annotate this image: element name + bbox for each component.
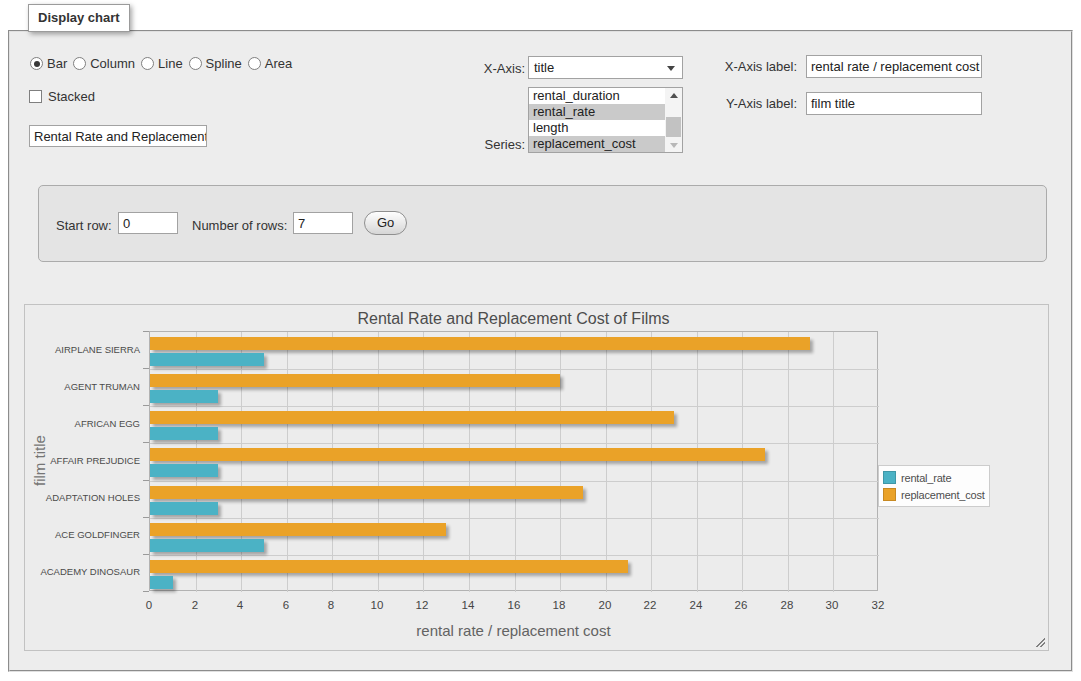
series-option-rental_rate[interactable]: rental_rate <box>529 104 665 120</box>
bar-replacement_cost <box>150 411 674 424</box>
chart-type-option-column[interactable]: Column <box>73 56 135 71</box>
num-rows-input[interactable]: 7 <box>293 212 353 234</box>
x-tick-label: 10 <box>371 599 384 611</box>
stacked-label: Stacked <box>48 89 95 104</box>
scroll-up-icon[interactable] <box>665 88 682 103</box>
y-tick-mark <box>143 368 149 369</box>
bar-rental_rate <box>150 390 218 403</box>
radio-icon[interactable] <box>141 57 154 70</box>
chart-type-option-bar[interactable]: Bar <box>30 56 67 71</box>
y-tick-mark <box>143 591 149 592</box>
x-tick-label: 24 <box>690 599 703 611</box>
y-tick-mark <box>143 442 149 443</box>
bar-rental_rate <box>150 353 264 366</box>
chart-title: Rental Rate and Replacement Cost of Film… <box>149 310 878 328</box>
chart-type-label: Spline <box>206 56 242 71</box>
x-tick-label: 20 <box>599 599 612 611</box>
x-axis-selected-value: title <box>534 60 554 75</box>
row-controls-panel: Start row: 0 Number of rows: 7 Go <box>38 185 1047 262</box>
chart-type-option-area[interactable]: Area <box>248 56 292 71</box>
x-tick-label: 2 <box>192 599 198 611</box>
bar-rental_rate <box>150 464 218 477</box>
chart-type-option-spline[interactable]: Spline <box>189 56 242 71</box>
go-button[interactable]: Go <box>364 211 407 235</box>
chart-type-radio-group: Bar Column Line Spline Area <box>30 56 298 71</box>
x-axis-label-input[interactable]: rental rate / replacement cost <box>806 55 982 78</box>
series-option-rental_duration[interactable]: rental_duration <box>529 88 665 104</box>
y-tick-mark <box>143 554 149 555</box>
bar-rental_rate <box>150 502 218 515</box>
x-tick-label: 6 <box>283 599 289 611</box>
radio-icon[interactable] <box>189 57 202 70</box>
x-tick-label: 32 <box>872 599 885 611</box>
scroll-down-icon[interactable] <box>665 137 682 152</box>
x-tick-label: 30 <box>826 599 839 611</box>
y-tick-mark <box>143 331 149 332</box>
chart-x-axis-title: rental rate / replacement cost <box>149 622 878 639</box>
chart-grid <box>149 331 878 591</box>
chart-y-axis-title: film title <box>31 331 49 591</box>
x-tick-label: 14 <box>462 599 475 611</box>
y-tick-mark <box>143 480 149 481</box>
fieldset-legend: Display chart <box>28 4 130 32</box>
x-axis-select-label: X-Axis: <box>443 61 525 76</box>
x-tick-label: 26 <box>735 599 748 611</box>
chart-panel: Rental Rate and Replacement Cost of Film… <box>24 304 1049 651</box>
legend-label: replacement_cost <box>901 489 985 501</box>
legend-item: replacement_cost <box>883 486 985 503</box>
radio-icon[interactable] <box>248 57 261 70</box>
legend-label: rental_rate <box>901 472 951 484</box>
resize-handle-icon[interactable] <box>1034 636 1045 647</box>
stacked-checkbox[interactable] <box>29 90 42 103</box>
bar-rental_rate <box>150 427 218 440</box>
y-tick-mark <box>143 405 149 406</box>
x-tick-label: 16 <box>508 599 521 611</box>
series-multiselect[interactable]: rental_durationrental_ratelengthreplacem… <box>528 87 683 153</box>
start-row-input[interactable]: 0 <box>118 212 178 234</box>
series-option-replacement_cost[interactable]: replacement_cost <box>529 136 665 152</box>
x-tick-label: 0 <box>146 599 152 611</box>
x-tick-label: 8 <box>328 599 334 611</box>
legend-swatch <box>883 488 896 501</box>
bar-replacement_cost <box>150 337 810 350</box>
scrollbar[interactable] <box>665 88 682 152</box>
series-option-length[interactable]: length <box>529 120 665 136</box>
y-tick-mark <box>143 517 149 518</box>
bar-replacement_cost <box>150 523 446 536</box>
chart-type-label: Line <box>158 56 183 71</box>
x-tick-label: 18 <box>553 599 566 611</box>
y-axis-label-caption: Y-Axis label: <box>707 96 797 111</box>
radio-icon[interactable] <box>73 57 86 70</box>
x-axis-select[interactable]: title <box>528 56 683 79</box>
chevron-down-icon <box>667 66 675 71</box>
x-tick-label: 22 <box>644 599 657 611</box>
y-axis-label-input[interactable]: film title <box>806 92 982 115</box>
stacked-option[interactable]: Stacked <box>29 89 95 104</box>
start-row-label: Start row: <box>56 218 112 233</box>
bar-replacement_cost <box>150 374 560 387</box>
num-rows-label: Number of rows: <box>192 218 287 233</box>
x-tick-label: 4 <box>237 599 243 611</box>
chart-legend: rental_rate replacement_cost <box>878 465 990 507</box>
page: Display chart Bar Column Line Spline Area St… <box>0 0 1081 681</box>
x-tick-label: 12 <box>416 599 429 611</box>
chart-type-label: Bar <box>47 56 67 71</box>
bar-rental_rate <box>150 539 264 552</box>
legend-item: rental_rate <box>883 469 985 486</box>
bar-replacement_cost <box>150 560 628 573</box>
bar-replacement_cost <box>150 486 583 499</box>
chart-type-label: Column <box>90 56 135 71</box>
legend-swatch <box>883 471 896 484</box>
x-axis-label-caption: X-Axis label: <box>707 59 797 74</box>
chart-type-option-line[interactable]: Line <box>141 56 183 71</box>
bar-replacement_cost <box>150 448 765 461</box>
chart-type-label: Area <box>265 56 292 71</box>
series-list-label: Series: <box>443 137 525 152</box>
bar-rental_rate <box>150 576 173 589</box>
x-tick-label: 28 <box>781 599 794 611</box>
radio-icon[interactable] <box>30 57 43 70</box>
chart-title-input[interactable]: Rental Rate and Replacement Cost of Film… <box>29 125 207 147</box>
